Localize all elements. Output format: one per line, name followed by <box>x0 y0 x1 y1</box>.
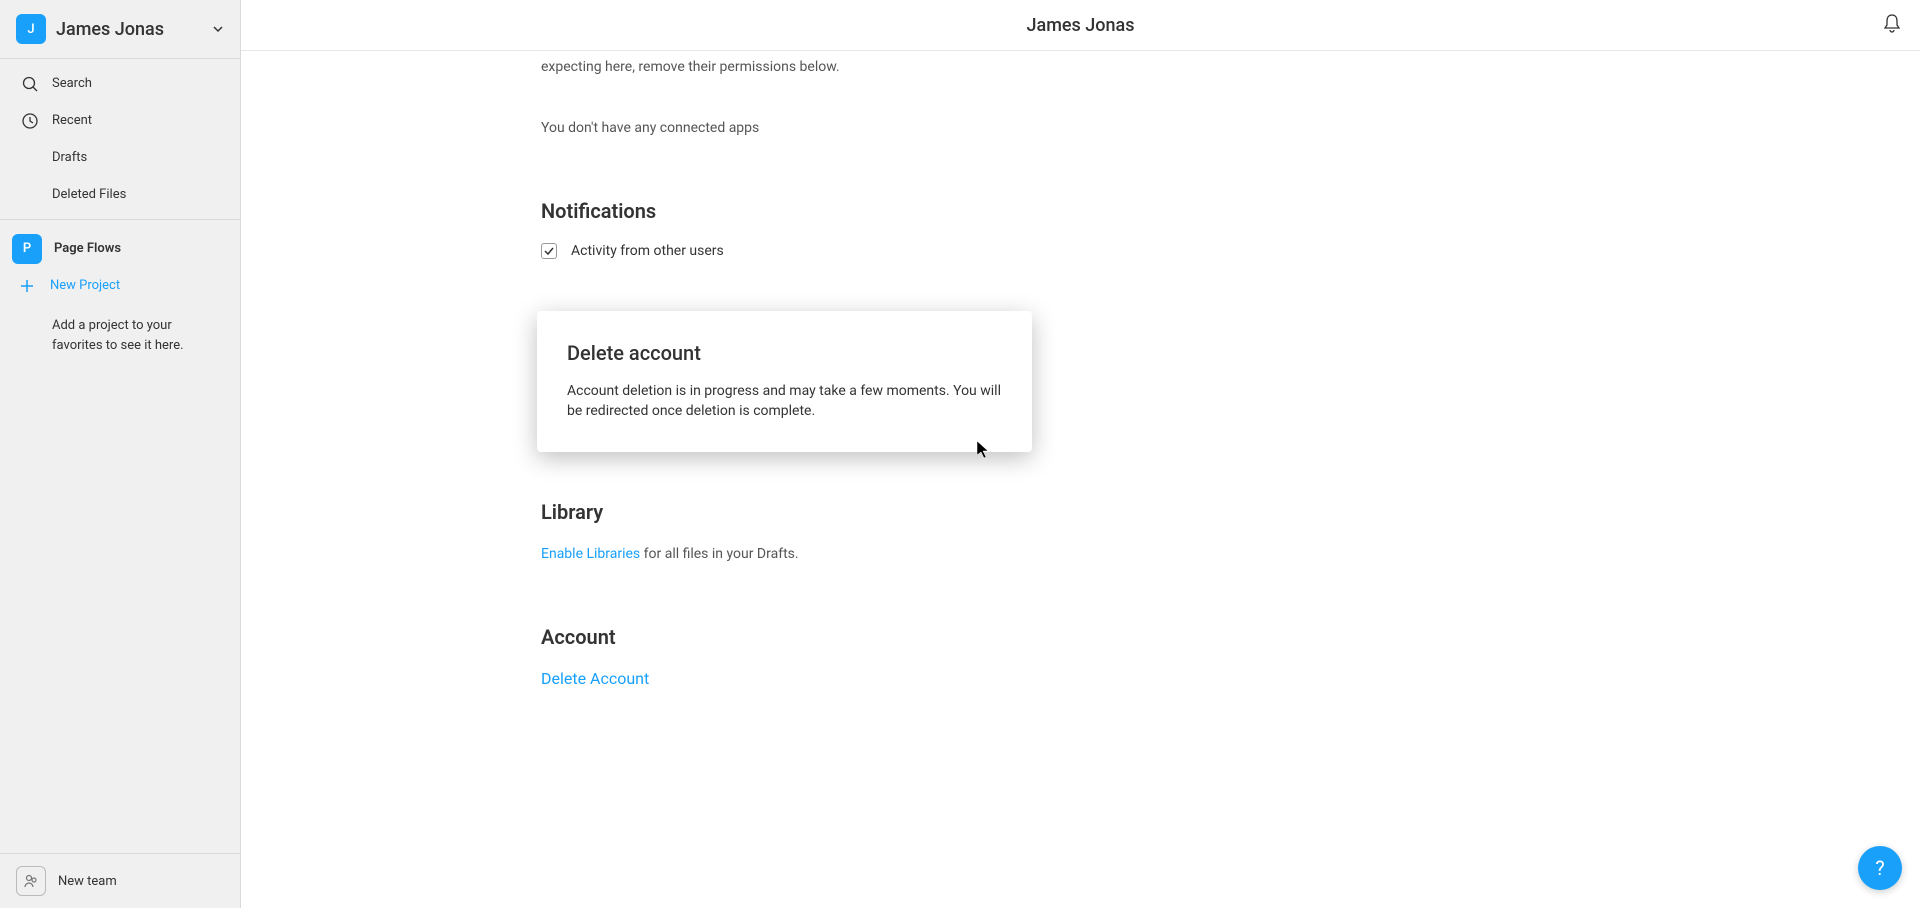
user-name: James Jonas <box>56 19 202 40</box>
sidebar-item-deleted[interactable]: Deleted Files <box>0 176 240 213</box>
section-title: Account <box>541 625 1620 649</box>
delete-account-modal: Delete account Account deletion is in pr… <box>537 311 1032 452</box>
modal-body: Account deletion is in progress and may … <box>567 381 1002 422</box>
team-name: Page Flows <box>54 241 121 256</box>
chevron-down-icon <box>212 20 224 39</box>
favorites-hint: Add a project to your favorites to see i… <box>0 304 240 367</box>
new-project-button[interactable]: New Project <box>0 267 240 304</box>
section-title: Notifications <box>541 199 1620 223</box>
help-icon: ? <box>1875 856 1884 880</box>
favorites-hint-line: Add a project to your <box>52 316 188 336</box>
section-notifications: Notifications Activity from other users <box>541 199 1620 259</box>
sidebar-item-search[interactable]: Search <box>0 65 240 102</box>
sidebar: J James Jonas Search Recent <box>0 0 241 908</box>
checkbox-label: Activity from other users <box>571 243 724 259</box>
sidebar-item-recent[interactable]: Recent <box>0 102 240 139</box>
settings-content: expecting here, remove their permissions… <box>241 51 1920 908</box>
favorites-hint-line: favorites to see it here. <box>52 336 188 356</box>
check-icon <box>544 246 554 256</box>
account-switcher[interactable]: J James Jonas <box>12 10 228 48</box>
bell-icon <box>1881 12 1903 38</box>
section-library: Library Enable Libraries for all files i… <box>541 500 1620 565</box>
activity-checkbox[interactable] <box>541 243 557 259</box>
page-title: James Jonas <box>1027 15 1135 36</box>
new-team-icon <box>16 866 46 896</box>
sidebar-teams: P Page Flows New Project Add a project t… <box>0 220 240 373</box>
help-button[interactable]: ? <box>1858 846 1902 890</box>
team-row[interactable]: P Page Flows <box>0 230 240 267</box>
sidebar-item-label: Search <box>52 76 92 91</box>
sidebar-item-drafts[interactable]: Drafts <box>0 139 240 176</box>
header: James Jonas <box>241 0 1920 51</box>
new-team-label: New team <box>58 874 117 889</box>
section-account: Account Delete Account <box>541 625 1620 688</box>
library-text: for all files in your Drafts. <box>640 546 798 562</box>
connected-apps-empty: You don't have any connected apps <box>541 118 1620 139</box>
main: James Jonas expecting here, remove their… <box>241 0 1920 908</box>
notifications-button[interactable] <box>1880 13 1904 37</box>
team-avatar: P <box>12 234 42 264</box>
modal-title: Delete account <box>567 341 1002 365</box>
plus-icon <box>16 275 38 297</box>
avatar: J <box>16 14 46 44</box>
enable-libraries-link[interactable]: Enable Libraries <box>541 546 640 562</box>
search-icon <box>20 75 40 93</box>
delete-account-link[interactable]: Delete Account <box>541 669 649 688</box>
sidebar-item-label: Recent <box>52 113 92 128</box>
connected-apps-partial: expecting here, remove their permissions… <box>541 51 1620 78</box>
sidebar-nav: Search Recent Drafts Deleted Files <box>0 59 240 220</box>
new-team-button[interactable]: New team <box>12 862 228 900</box>
sidebar-item-label: Drafts <box>52 150 87 165</box>
clock-icon <box>20 112 40 130</box>
sidebar-item-label: Deleted Files <box>52 187 126 202</box>
section-title: Library <box>541 500 1620 524</box>
new-project-label: New Project <box>50 278 120 293</box>
